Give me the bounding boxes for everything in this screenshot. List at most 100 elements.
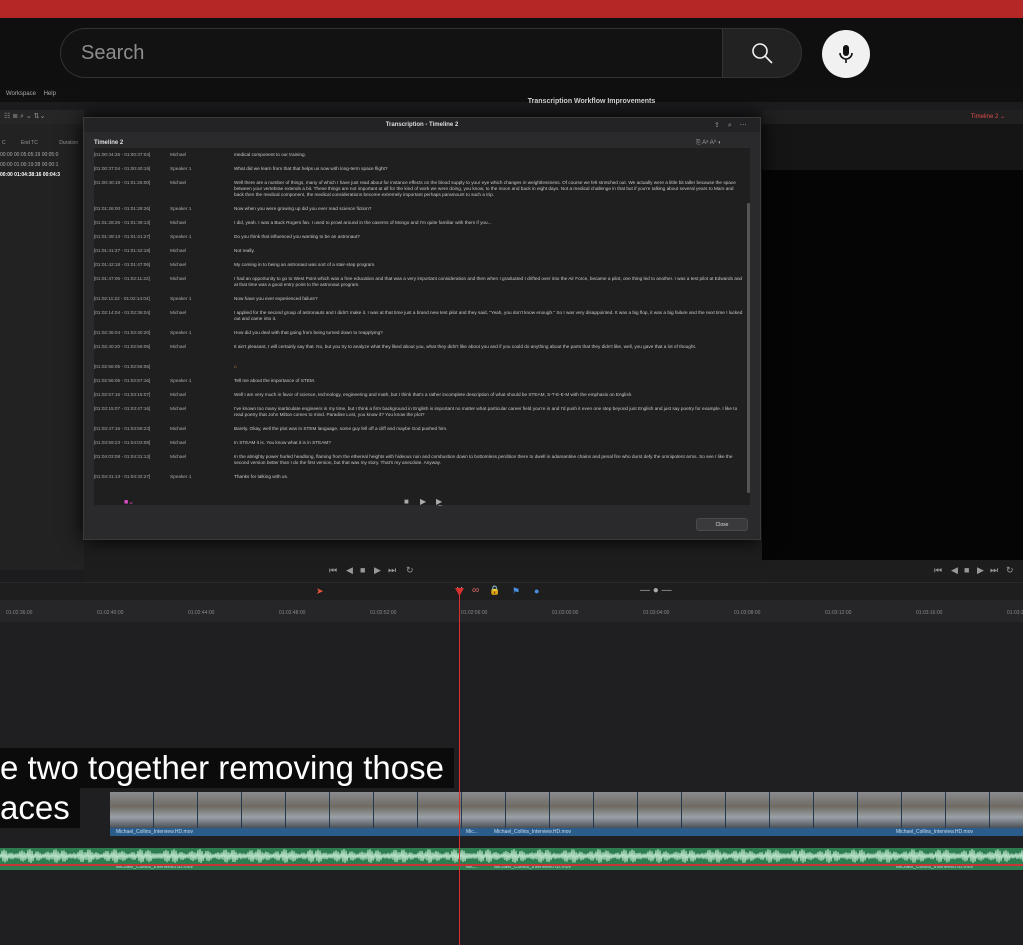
- row-speaker[interactable]: Michael: [170, 262, 220, 268]
- row-speaker[interactable]: Michael: [170, 220, 220, 226]
- row-text[interactable]: I did, yeah. I was a Buck Rogers fan. I …: [234, 220, 744, 226]
- row-speaker[interactable]: Speaker 1: [170, 234, 220, 240]
- search-icon[interactable]: ⌕ ⌄: [20, 113, 32, 120]
- row-speaker[interactable]: Speaker 1: [170, 378, 220, 384]
- transcript-row[interactable]: [01:01:41:27 - 01:01:42:18] Michael Not re…: [94, 248, 750, 254]
- transcript-row[interactable]: [01:02:56:06 - 01:02:57:16] Speaker 1 Tell…: [94, 378, 750, 384]
- transcript-row[interactable]: [01:03:59:23 - 01:04:03:08] Michael In STE…: [94, 440, 750, 446]
- list-view-icon[interactable]: ☷ ≣: [4, 113, 18, 120]
- menu-help[interactable]: Help: [44, 91, 56, 97]
- search-button[interactable]: [722, 28, 802, 78]
- video-track-clips[interactable]: Michael_Collins_Interview.HD.mov Mic... …: [110, 792, 1023, 836]
- row-text[interactable]: My coming in to being an astronaut was s…: [234, 262, 744, 268]
- transport-back-r[interactable]: ◀: [951, 565, 958, 576]
- transport-play[interactable]: ▶: [374, 565, 381, 576]
- row-text[interactable]: How did you deal with that going from be…: [234, 330, 744, 336]
- row-speaker[interactable]: Michael: [170, 454, 220, 460]
- transport-first-r[interactable]: ⏮: [934, 565, 942, 576]
- row-speaker[interactable]: Speaker 1: [170, 296, 220, 302]
- link-icon[interactable]: ∞: [472, 585, 479, 596]
- transport-stop-r[interactable]: ■: [964, 565, 969, 575]
- row-text[interactable]: Barely. Okay, well the plot was in STEM …: [234, 426, 744, 432]
- playhead[interactable]: [459, 588, 460, 945]
- row-text[interactable]: I had an opportunity to go to West Point…: [234, 276, 744, 288]
- transport-stop[interactable]: ■: [360, 565, 365, 575]
- row-text[interactable]: Now when you were growing up did you eve…: [234, 206, 744, 212]
- row-speaker[interactable]: Speaker 1: [170, 166, 220, 172]
- row-speaker[interactable]: Michael: [170, 426, 220, 432]
- search-icon[interactable]: ⌕: [728, 122, 732, 129]
- media-row[interactable]: 00:00 01:00:19:28 00:00:1: [0, 162, 84, 171]
- transcript-row[interactable]: [01:01:26:00 - 01:01:28:26] Speaker 1 Now …: [94, 206, 750, 212]
- row-speaker[interactable]: Michael: [170, 152, 220, 158]
- transcript-row[interactable]: [01:01:28:26 - 01:01:39:13] Michael I did,…: [94, 220, 750, 226]
- flag-icon[interactable]: ⚑: [512, 586, 520, 597]
- row-text[interactable]: Well there are a number of things, many …: [234, 180, 744, 198]
- transcript-row[interactable]: [01:00:40:19 - 01:01:26:00] Michael Well t…: [94, 180, 750, 198]
- transcript-row[interactable]: [01:03:47:16 - 01:03:59:23] Michael Barely…: [94, 426, 750, 432]
- transcript-row[interactable]: [01:02:11:22 - 01:02:14:04] Speaker 1 Now …: [94, 296, 750, 302]
- row-speaker[interactable]: Speaker 1: [170, 330, 220, 336]
- row-text[interactable]: Now have you ever experienced failure?: [234, 296, 744, 302]
- audio-track-clips[interactable]: Michael_Collins_Interview.HD.mov Mic... …: [0, 848, 1023, 870]
- transcript-row[interactable]: [01:03:15:07 - 01:03:47:16] Michael I've k…: [94, 406, 750, 418]
- row-text[interactable]: It ain't pleasant, I will certainly say …: [234, 344, 744, 350]
- speaker-color-picker[interactable]: ■⌄: [124, 498, 134, 506]
- transport-loop[interactable]: ↻: [406, 565, 414, 576]
- lock-icon[interactable]: 🔒: [489, 585, 500, 596]
- export-icon[interactable]: ⇪: [714, 122, 720, 129]
- transport-first[interactable]: ⏮: [329, 565, 337, 576]
- row-text[interactable]: Do you think that influenced you wanting…: [234, 234, 744, 240]
- row-text[interactable]: Not really.: [234, 248, 744, 254]
- row-text[interactable]: Well I am very much in favor of science,…: [234, 392, 744, 398]
- media-row[interactable]: 00:00 00:05:05:19 00:05:0: [0, 152, 84, 161]
- zoom-slider[interactable]: — ● —: [640, 585, 672, 596]
- row-speaker[interactable]: Michael: [170, 180, 220, 186]
- transcript-row[interactable]: [01:02:56:05 - 01:02:56:06] ⌂: [94, 364, 750, 370]
- timeline-selector[interactable]: Timeline 2 ⌄: [762, 110, 1023, 124]
- row-text[interactable]: Tell me about the importance of STEM.: [234, 378, 744, 384]
- marker-icon[interactable]: ●: [534, 586, 539, 596]
- transcript-row[interactable]: [01:02:57:16 - 01:03:15:07] Michael Well I…: [94, 392, 750, 398]
- transcript-scrollbar[interactable]: [747, 203, 750, 493]
- transport-last[interactable]: ⏭: [388, 565, 396, 576]
- transcript-row[interactable]: [01:01:47:06 - 01:02:11:22] Michael I had …: [94, 276, 750, 288]
- text-size-controls[interactable]: ⎘ Aᵃ Aᴬ ◐: [696, 140, 722, 147]
- transport-play-r[interactable]: ▶: [977, 565, 984, 576]
- search-input[interactable]: Search: [60, 28, 722, 78]
- transport-loop-r[interactable]: ↻: [1006, 565, 1014, 576]
- stop-button[interactable]: ■: [404, 497, 409, 506]
- transcript-row[interactable]: [01:04:03:08 - 01:04:31:13] Michael In the…: [94, 454, 750, 466]
- row-speaker[interactable]: Michael: [170, 276, 220, 282]
- row-text[interactable]: I've known too many inarticulate enginee…: [234, 406, 744, 418]
- sort-icon[interactable]: ⇅⌄: [34, 113, 46, 120]
- selection-tool-icon[interactable]: ➤: [316, 586, 324, 597]
- col-end-tc[interactable]: End TC: [21, 140, 38, 146]
- row-speaker[interactable]: Michael: [170, 440, 220, 446]
- row-speaker[interactable]: Michael: [170, 406, 220, 412]
- transport-back[interactable]: ◀: [346, 565, 353, 576]
- row-text[interactable]: In the almighty power hurled headlong, f…: [234, 454, 744, 466]
- row-speaker[interactable]: Michael: [170, 392, 220, 398]
- transcript-row[interactable]: [01:02:40:20 - 01:02:56:05] Michael It ain…: [94, 344, 750, 356]
- transcript-row[interactable]: [01:01:42:18 - 01:01:47:06] Michael My com…: [94, 262, 750, 268]
- row-speaker[interactable]: Michael: [170, 344, 220, 350]
- transcript-row[interactable]: [01:02:14:04 - 01:02:36:04] Michael I appl…: [94, 310, 750, 322]
- row-text[interactable]: Thanks for talking with us.: [234, 474, 744, 480]
- row-speaker[interactable]: Speaker 1: [170, 206, 220, 212]
- close-button[interactable]: Close: [696, 518, 748, 531]
- silence-marker-icon[interactable]: ⌂: [234, 364, 744, 370]
- col-duration[interactable]: Duration: [59, 140, 78, 146]
- row-speaker[interactable]: Michael: [170, 248, 220, 254]
- row-speaker[interactable]: Speaker 1: [170, 474, 220, 480]
- transcript-row[interactable]: [01:01:39:13 - 01:01:41:27] Speaker 1 Do y…: [94, 234, 750, 240]
- play-selection-button[interactable]: ▶̲: [436, 497, 442, 506]
- voice-search-button[interactable]: [822, 30, 870, 78]
- col-c[interactable]: C: [2, 140, 6, 146]
- row-text[interactable]: In STEAM it is. You know what it is in S…: [234, 440, 744, 446]
- transcript-row[interactable]: [01:00:34:26 - 01:00:37:04] Michael medica…: [94, 152, 750, 158]
- menu-workspace[interactable]: Workspace: [6, 91, 36, 97]
- transcript-row[interactable]: [01:04:31:13 - 01:04:32:27] Speaker 1 Than…: [94, 474, 750, 480]
- more-icon[interactable]: ⋯: [740, 122, 747, 129]
- transcript-row[interactable]: [01:00:37:04 - 01:00:40:19] Speaker 1 What…: [94, 166, 750, 172]
